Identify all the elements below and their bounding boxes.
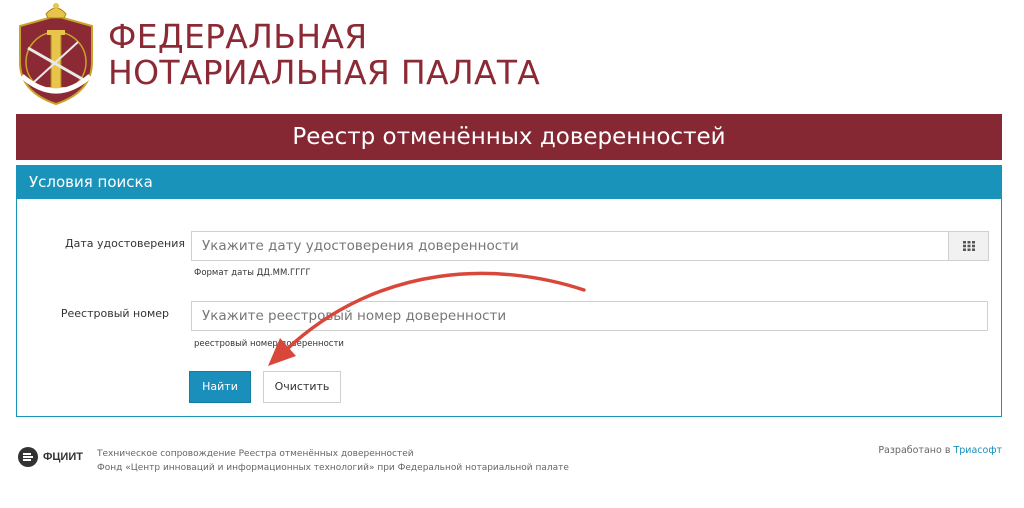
search-panel-heading: Условия поиска — [17, 166, 1001, 199]
fciit-logo-icon — [18, 447, 38, 467]
developer-link[interactable]: Триасофт — [953, 445, 1002, 456]
organization-name-line1: ФЕДЕРАЛЬНАЯ — [108, 17, 368, 56]
footer-line1: Техническое сопровождение Реестра отменё… — [97, 449, 414, 459]
registry-number-hint: реестровый номер доверенности — [194, 339, 344, 349]
registry-number-label: Реестровый номер — [60, 307, 169, 320]
footer-text: Техническое сопровождение Реестра отменё… — [97, 447, 569, 475]
organization-name-line2: НОТАРИАЛЬНАЯ ПАЛАТА — [108, 53, 541, 92]
date-field-label: Дата удостоверения — [65, 237, 185, 250]
developer-prefix: Разработано в — [878, 445, 951, 456]
date-input[interactable]: Укажите дату удостоверения доверенности — [191, 231, 949, 261]
developer-credit: Разработано в Триасофт — [878, 445, 1002, 456]
date-input-placeholder: Укажите дату удостоверения доверенности — [202, 238, 519, 254]
calendar-button[interactable] — [948, 231, 989, 261]
fciit-logo: ФЦИИТ — [17, 446, 83, 468]
registry-number-input[interactable]: Укажите реестровый номер доверенности — [191, 301, 988, 331]
notary-emblem-icon — [14, 2, 98, 106]
fciit-logo-text: ФЦИИТ — [43, 451, 83, 463]
calendar-grid-icon — [962, 241, 975, 251]
page-title: Реестр отменённых доверенностей — [16, 114, 1002, 160]
date-format-hint: Формат даты ДД.ММ.ГГГГ — [194, 268, 311, 278]
organization-name: ФЕДЕРАЛЬНАЯ НОТАРИАЛЬНАЯ ПАЛАТА — [108, 19, 540, 91]
registry-number-placeholder: Укажите реестровый номер доверенности — [202, 308, 507, 324]
search-panel: Условия поиска Дата удостоверения Укажит… — [16, 165, 1002, 417]
find-button[interactable]: Найти — [189, 371, 251, 403]
footer-line2: Фонд «Центр инноваций и информационных т… — [97, 463, 569, 473]
clear-button[interactable]: Очистить — [263, 371, 341, 403]
